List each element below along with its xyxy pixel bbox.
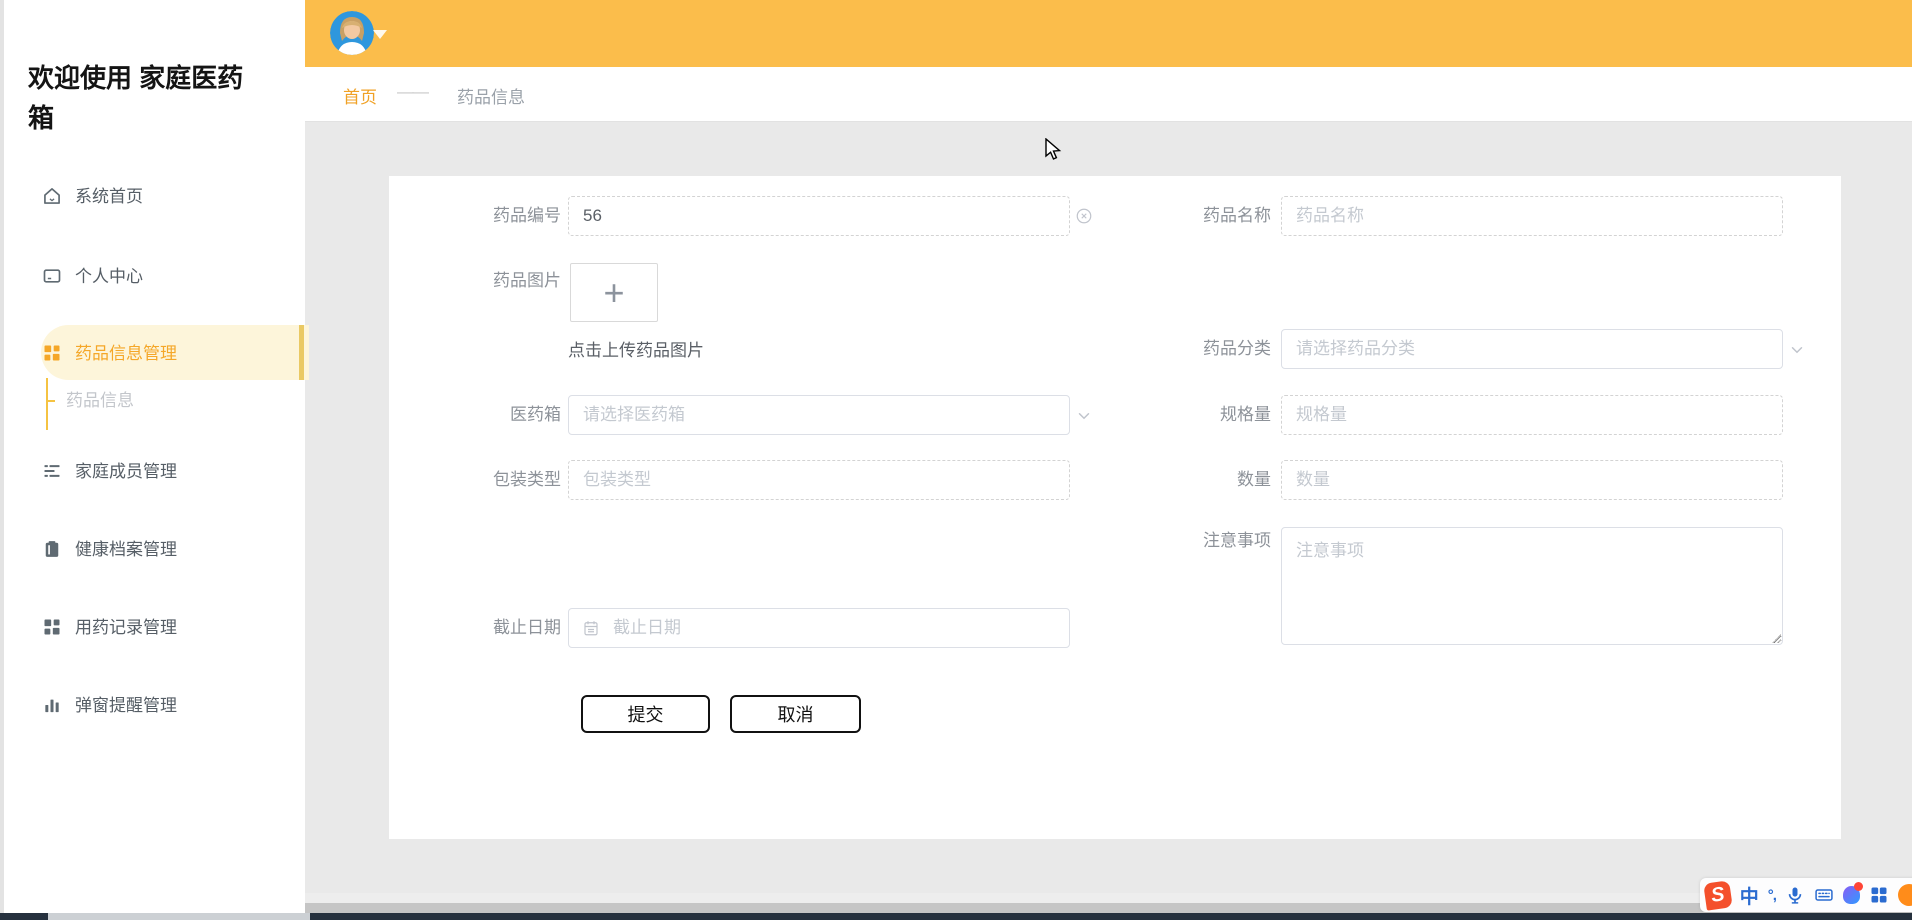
sidebar-subitem-label: 药品信息 — [66, 388, 134, 414]
breadcrumb-current: 药品信息 — [457, 83, 525, 108]
sidebar-item-health-record-mgmt[interactable]: 健康档案管理 — [4, 537, 309, 563]
list-icon — [42, 461, 62, 481]
deadline-date-input[interactable] — [568, 608, 1070, 648]
sidebar-item-label: 健康档案管理 — [75, 537, 177, 563]
caret-down-icon[interactable] — [373, 30, 387, 39]
medicine-image-label: 药品图片 — [389, 261, 561, 301]
sidebar-item-label: 弹窗提醒管理 — [75, 693, 177, 719]
sidebar-subitem-medicine-info[interactable]: 药品信息 — [4, 388, 309, 414]
grid-icon — [42, 617, 62, 637]
sidebar-item-label: 药品信息管理 — [75, 341, 177, 367]
medicine-box-select[interactable] — [568, 395, 1070, 435]
package-type-input[interactable] — [568, 460, 1070, 500]
medicine-form-card: 药品编号 药品名称 药品图片 + 点击上传药品图片 药品分类 医药箱 — [389, 176, 1841, 839]
circle-close-icon[interactable] — [1075, 207, 1093, 225]
sidebar-item-label: 系统首页 — [75, 184, 143, 210]
quantity-label: 数量 — [1099, 460, 1271, 500]
app-window: 欢迎使用 家庭医药箱 系统首页 个人中心 药品信息管理 药品信息 — [0, 0, 1912, 920]
image-upload-button[interactable]: + — [570, 263, 658, 322]
medicine-name-label: 药品名称 — [1099, 196, 1271, 236]
breadcrumb-home-link[interactable]: 首页 — [343, 83, 377, 108]
breadcrumb-separator: —— — [397, 82, 427, 102]
sidebar-item-family-member-mgmt[interactable]: 家庭成员管理 — [4, 459, 309, 485]
taskbar-edge-segment — [48, 913, 310, 920]
notification-dot — [1854, 882, 1863, 891]
breadcrumb: 首页 —— 药品信息 — [305, 67, 1912, 122]
microphone-icon[interactable] — [1785, 885, 1805, 905]
home-icon — [42, 186, 62, 206]
toolbox-icon[interactable] — [1869, 885, 1889, 905]
spec-input[interactable] — [1281, 395, 1783, 435]
skin-icon[interactable] — [1843, 886, 1860, 904]
quantity-input[interactable] — [1281, 460, 1783, 500]
sidebar-item-medicine-info-mgmt[interactable]: 药品信息管理 — [4, 341, 309, 367]
sogou-logo-icon[interactable]: S — [1703, 880, 1732, 910]
medicine-code-input[interactable] — [568, 196, 1070, 236]
medicine-category-select[interactable] — [1281, 329, 1783, 369]
keyboard-icon[interactable] — [1814, 885, 1834, 905]
calendar-icon — [582, 619, 600, 637]
user-avatar[interactable] — [330, 11, 374, 55]
package-type-label: 包装类型 — [389, 460, 561, 500]
chevron-down-icon[interactable] — [1788, 341, 1806, 359]
plus-icon: + — [571, 264, 657, 321]
medicine-box-label: 医药箱 — [389, 395, 561, 435]
sidebar-item-popup-reminder-mgmt[interactable]: 弹窗提醒管理 — [4, 693, 309, 719]
horizontal-scrollbar-track[interactable] — [305, 893, 1912, 903]
sidebar: 欢迎使用 家庭医药箱 系统首页 个人中心 药品信息管理 药品信息 — [0, 0, 305, 913]
medicine-name-input[interactable] — [1281, 196, 1783, 236]
grid-icon — [42, 343, 62, 363]
bar-chart-icon — [42, 695, 62, 715]
app-title: 欢迎使用 家庭医药箱 — [28, 58, 268, 138]
sidebar-item-medication-record-mgmt[interactable]: 用药记录管理 — [4, 615, 309, 641]
archive-icon — [42, 539, 62, 559]
notes-textarea[interactable] — [1281, 527, 1783, 645]
panel-icon — [42, 266, 62, 286]
cancel-button[interactable]: 取消 — [730, 695, 861, 733]
top-header-bar — [305, 0, 1912, 67]
chevron-down-icon[interactable] — [1075, 407, 1093, 425]
horizontal-scrollbar-thumb[interactable] — [305, 903, 1912, 913]
sidebar-item-system-home[interactable]: 系统首页 — [4, 184, 309, 210]
deadline-label: 截止日期 — [389, 608, 561, 648]
ime-toolbar: S 中 °, — [1700, 878, 1912, 912]
punctuation-icon[interactable]: °, — [1768, 887, 1776, 904]
sidebar-item-label: 家庭成员管理 — [75, 459, 177, 485]
sidebar-item-label: 用药记录管理 — [75, 615, 177, 641]
medicine-category-label: 药品分类 — [1099, 329, 1271, 369]
medicine-code-label: 药品编号 — [389, 196, 561, 236]
chinese-mode-icon[interactable]: 中 — [1740, 882, 1759, 909]
spec-label: 规格量 — [1099, 395, 1271, 435]
upload-hint-text: 点击上传药品图片 — [568, 336, 704, 361]
sidebar-item-label: 个人中心 — [75, 264, 143, 290]
notes-label: 注意事项 — [1099, 521, 1271, 561]
submit-button[interactable]: 提交 — [581, 695, 710, 733]
emoji-icon[interactable] — [1898, 884, 1912, 906]
sidebar-item-personal-center[interactable]: 个人中心 — [4, 264, 309, 290]
content-area: 药品编号 药品名称 药品图片 + 点击上传药品图片 药品分类 医药箱 — [305, 123, 1912, 893]
